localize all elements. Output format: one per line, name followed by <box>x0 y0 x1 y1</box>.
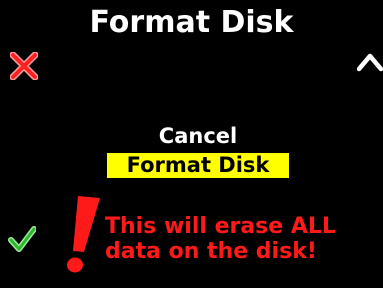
format-disk-screen: Format Disk Cancel Format Disk This will… <box>0 0 383 288</box>
warning-line-1: This will erase ALL <box>105 214 336 239</box>
up-arrow-icon[interactable] <box>357 52 383 72</box>
exclamation-icon <box>67 196 100 273</box>
cancel-x-icon[interactable] <box>10 52 38 80</box>
format-disk-option[interactable]: Format Disk <box>107 153 289 178</box>
page-title: Format Disk <box>89 5 294 40</box>
checkmark-icon[interactable] <box>8 226 36 252</box>
cancel-option[interactable]: Cancel <box>0 124 383 148</box>
warning-message: This will erase ALL data on the disk! <box>105 214 336 264</box>
warning-line-2: data on the disk! <box>105 239 317 264</box>
